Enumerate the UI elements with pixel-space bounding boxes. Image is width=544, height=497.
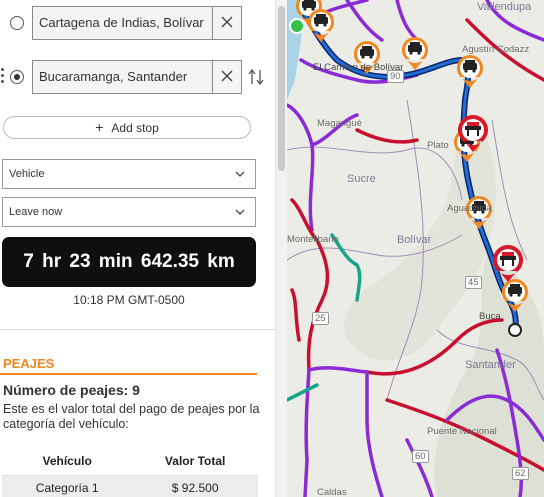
vehicle-select[interactable]: Vehicle xyxy=(2,159,256,189)
column-header-total: Valor Total xyxy=(132,448,258,476)
tolls-description: Este es el valor total del pago de peaje… xyxy=(3,402,260,431)
map-label-montelibano: Montelibano xyxy=(287,234,339,245)
toll-marker[interactable] xyxy=(307,9,334,42)
map-label-sucre: Sucre xyxy=(347,173,376,185)
close-icon xyxy=(221,70,233,82)
map-label-plato: Plato xyxy=(427,140,449,151)
tolls-title-underline xyxy=(0,373,257,375)
panel-scrollbar[interactable] xyxy=(275,0,287,497)
map-label-santander: Santander xyxy=(465,359,516,371)
map-label-caldas: Caldas xyxy=(317,487,347,497)
clear-origin-button[interactable] xyxy=(212,6,242,40)
arrival-time: 10:18 PM GMT-0500 xyxy=(73,293,185,307)
scrollbar-thumb[interactable] xyxy=(278,6,285,171)
table-row: Categoría 1 $ 92.500 xyxy=(2,475,258,497)
map-label-vallendupa: Vallendupa xyxy=(477,1,532,13)
plus-icon: + xyxy=(95,119,104,135)
road-closure-marker[interactable] xyxy=(492,245,523,282)
departure-time-value: Leave now xyxy=(9,206,63,218)
chevron-down-icon xyxy=(235,209,245,215)
toll-marker[interactable] xyxy=(456,55,483,88)
total-value-cell: $ 92.500 xyxy=(132,475,258,497)
map-view[interactable]: Vallendupa Agustín Codazz El Carmen de B… xyxy=(287,0,544,497)
map-label-magangue: Magangué xyxy=(317,118,362,129)
divider xyxy=(0,329,275,330)
stop-origin-row: Cartagena de Indias, Bolívar xyxy=(0,4,275,42)
map-label-bolivar: Bolívar xyxy=(397,234,432,246)
stop-origin-radio[interactable] xyxy=(10,16,24,30)
column-header-vehicle: Vehículo xyxy=(2,448,133,476)
stop-destination-radio[interactable] xyxy=(10,70,24,84)
departure-time-select[interactable]: Leave now xyxy=(2,197,256,227)
clear-destination-button[interactable] xyxy=(212,60,242,94)
map-label-agustin-codazzi: Agustín Codazz xyxy=(462,44,530,55)
map-label-aguachica: Aguachica xyxy=(447,203,492,214)
toll-marker[interactable] xyxy=(401,37,428,70)
stop-origin-input[interactable]: Cartagena de Indias, Bolívar xyxy=(32,6,242,40)
tolls-table-header: Vehículo Valor Total xyxy=(2,448,258,476)
road-shield: 62 xyxy=(512,467,529,480)
stop-destination-input[interactable]: Bucaramanga, Santander xyxy=(32,60,242,94)
add-stop-button[interactable]: + Add stop xyxy=(3,116,251,139)
road-shield: 90 xyxy=(387,70,404,83)
road-shield: 60 xyxy=(412,450,429,463)
tolls-section-title: PEAJES xyxy=(3,356,55,371)
road-shield: 25 xyxy=(312,312,329,325)
tolls-table: Vehículo Valor Total Categoría 1 $ 92.50… xyxy=(2,448,258,497)
chevron-down-icon xyxy=(235,171,245,177)
tolls-count: Número de peajes: 9 xyxy=(3,382,140,398)
map-label-puente-nacional: Puente Nacional xyxy=(427,426,497,437)
toll-marker[interactable] xyxy=(501,279,528,312)
vehicle-category-cell: Categoría 1 xyxy=(2,475,133,497)
road-shield: 45 xyxy=(465,276,482,289)
route-distance: 642.35 km xyxy=(140,251,235,272)
vehicle-select-value: Vehicle xyxy=(9,168,45,180)
route-duration: 7 hr 23 min xyxy=(23,251,133,272)
directions-panel: Cartagena de Indias, Bolívar Bucaramanga… xyxy=(0,0,275,497)
map-label-bucaramanga: Buca xyxy=(479,311,501,322)
stop-destination-row: Bucaramanga, Santander xyxy=(0,58,275,96)
route-summary: 7 hr 23 min 642.35 km xyxy=(2,237,256,287)
add-stop-label: Add stop xyxy=(111,121,159,135)
swap-stops-icon[interactable] xyxy=(248,68,264,86)
drag-handle-icon[interactable] xyxy=(0,68,6,88)
close-icon xyxy=(221,16,233,28)
